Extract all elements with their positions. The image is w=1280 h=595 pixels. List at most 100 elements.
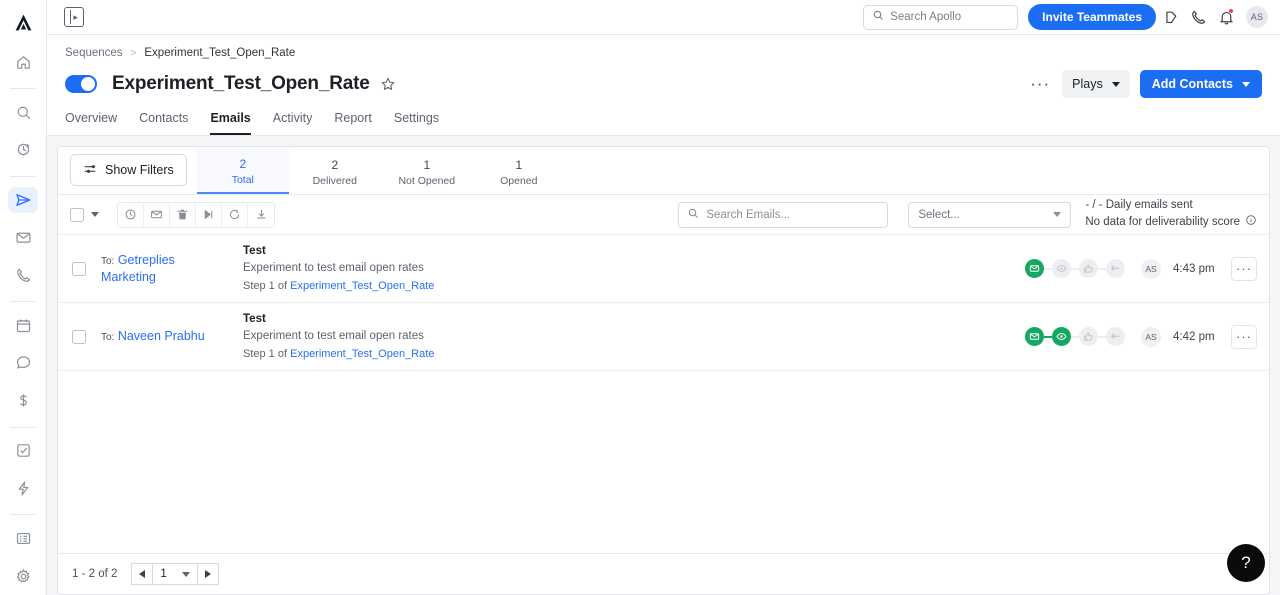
row-checkbox[interactable]: [72, 329, 86, 344]
page-number-select[interactable]: 1: [153, 563, 198, 585]
sidebar-item-workflows[interactable]: [8, 476, 38, 502]
status-opened-icon[interactable]: [1052, 259, 1071, 278]
status-connector: [1098, 335, 1106, 338]
info-icon[interactable]: [1245, 214, 1257, 231]
step-sequence-link[interactable]: Experiment_Test_Open_Rate: [290, 280, 434, 292]
stat-total[interactable]: 2 Total: [196, 147, 289, 194]
breadcrumb-current: Experiment_Test_Open_Rate: [144, 47, 296, 59]
phone-icon[interactable]: [1184, 3, 1212, 31]
message-cell: Test Experiment to test email open rates…: [219, 243, 1025, 294]
sidebar-item-conversations[interactable]: [8, 350, 38, 376]
sidebar-item-lists[interactable]: [8, 525, 38, 551]
chevron-down-icon: [1242, 81, 1250, 87]
invite-teammates-button[interactable]: Invite Teammates: [1028, 4, 1156, 30]
status-delivered-icon[interactable]: [1025, 259, 1044, 278]
panel-expand-icon[interactable]: ▸: [64, 7, 84, 27]
search-emails-input[interactable]: [706, 208, 880, 221]
filter-select[interactable]: Select...: [908, 201, 1072, 228]
step-prefix: Step 1 of: [243, 279, 288, 292]
tab-contacts[interactable]: Contacts: [139, 111, 188, 135]
row-checkbox[interactable]: [72, 261, 86, 276]
email-step: Step 1 of Experiment_Test_Open_Rate: [243, 346, 1025, 363]
recipient-name[interactable]: Naveen Prabhu: [118, 329, 205, 343]
show-filters-button[interactable]: Show Filters: [70, 154, 187, 186]
stat-opened-count: 1: [515, 158, 523, 173]
daily-emails-sent: - / - Daily emails sent: [1085, 199, 1193, 212]
schedule-clock-icon[interactable]: [118, 202, 144, 227]
tab-settings[interactable]: Settings: [394, 111, 439, 135]
rail-divider: [10, 514, 36, 516]
status-opened-icon[interactable]: [1052, 327, 1071, 346]
row-more-button[interactable]: ···: [1231, 324, 1257, 349]
trash-icon[interactable]: [170, 202, 196, 227]
next-page-button[interactable]: [197, 563, 220, 585]
row-more-button[interactable]: ···: [1231, 256, 1257, 281]
prev-page-button[interactable]: [131, 563, 154, 585]
status-clicked-icon[interactable]: [1079, 259, 1098, 278]
breadcrumb-separator: >: [130, 47, 137, 59]
page-header: Sequences > Experiment_Test_Open_Rate Ex…: [47, 35, 1280, 135]
sidebar-item-tasks[interactable]: [8, 438, 38, 464]
status-connector: [1098, 267, 1106, 270]
select-all-checkbox[interactable]: [70, 207, 84, 222]
step-sequence-link[interactable]: Experiment_Test_Open_Rate: [290, 348, 434, 360]
sidebar-item-settings[interactable]: [8, 563, 38, 589]
sidebar-item-calls[interactable]: [8, 262, 38, 288]
select-all-group[interactable]: [70, 207, 99, 222]
tab-emails[interactable]: Emails: [210, 111, 251, 135]
sidebar-item-refresh[interactable]: [8, 137, 38, 163]
status-clicked-icon[interactable]: [1079, 327, 1098, 346]
sidebar-item-deals[interactable]: [8, 388, 38, 414]
sidebar-item-meetings[interactable]: [8, 312, 38, 338]
sequence-more-button[interactable]: ···: [1018, 75, 1062, 92]
table-row[interactable]: To: Getreplies Marketing Test Experiment…: [58, 235, 1269, 303]
search-input[interactable]: [890, 11, 1010, 23]
top-bar: ▸ Invite Teammates AS: [47, 0, 1280, 35]
stat-opened[interactable]: 1 Opened: [473, 147, 565, 194]
content-area: Show Filters 2 Total 2 Delivered 1 Not O…: [47, 136, 1280, 595]
plays-button[interactable]: Plays: [1062, 70, 1130, 98]
plays-label: Plays: [1072, 77, 1103, 91]
bell-icon[interactable]: [1212, 3, 1240, 31]
chevron-down-icon: [1053, 212, 1062, 217]
help-button[interactable]: ?: [1227, 544, 1265, 582]
sidebar-item-sequences[interactable]: [8, 186, 38, 213]
breadcrumb-sequences[interactable]: Sequences: [65, 47, 123, 59]
sidebar-item-emails[interactable]: [8, 225, 38, 251]
status-indicators: [1025, 327, 1125, 346]
add-contacts-button[interactable]: Add Contacts: [1139, 70, 1262, 98]
bulk-actions-group: [117, 201, 275, 228]
email-preview: Experiment to test email open rates: [243, 262, 424, 275]
envelope-icon[interactable]: [144, 202, 170, 227]
download-icon[interactable]: [248, 202, 274, 227]
skip-icon[interactable]: [196, 202, 222, 227]
apollo-logo-icon[interactable]: [6, 8, 40, 37]
status-delivered-icon[interactable]: [1025, 327, 1044, 346]
sidebar-item-search[interactable]: [8, 99, 38, 125]
search-icon: [687, 206, 699, 224]
status-replied-icon[interactable]: [1106, 327, 1125, 346]
title-row: Experiment_Test_Open_Rate ··· Plays Add …: [65, 69, 1262, 99]
email-subject: Test: [243, 313, 266, 325]
rail-divider: [10, 301, 36, 303]
to-label: To:: [101, 332, 115, 344]
stat-delivered-label: Delivered: [312, 174, 357, 187]
tab-activity[interactable]: Activity: [273, 111, 313, 135]
global-search[interactable]: [863, 4, 1019, 30]
emails-list: To: Getreplies Marketing Test Experiment…: [58, 235, 1269, 553]
chevron-down-icon[interactable]: [91, 212, 99, 217]
tab-overview[interactable]: Overview: [65, 111, 117, 135]
chevron-right-icon: [205, 570, 212, 578]
tab-report[interactable]: Report: [334, 111, 372, 135]
sidebar-item-home[interactable]: [8, 49, 38, 75]
stat-delivered[interactable]: 2 Delivered: [289, 147, 381, 194]
rewards-icon[interactable]: [1156, 3, 1184, 31]
status-replied-icon[interactable]: [1106, 259, 1125, 278]
retry-icon[interactable]: [222, 202, 248, 227]
search-emails[interactable]: [678, 201, 889, 228]
sequence-active-toggle[interactable]: [65, 75, 97, 93]
stat-not-opened[interactable]: 1 Not Opened: [381, 147, 473, 194]
table-row[interactable]: To: Naveen Prabhu Test Experiment to tes…: [58, 303, 1269, 371]
star-outline-icon[interactable]: [380, 76, 396, 92]
user-avatar[interactable]: AS: [1246, 6, 1268, 28]
